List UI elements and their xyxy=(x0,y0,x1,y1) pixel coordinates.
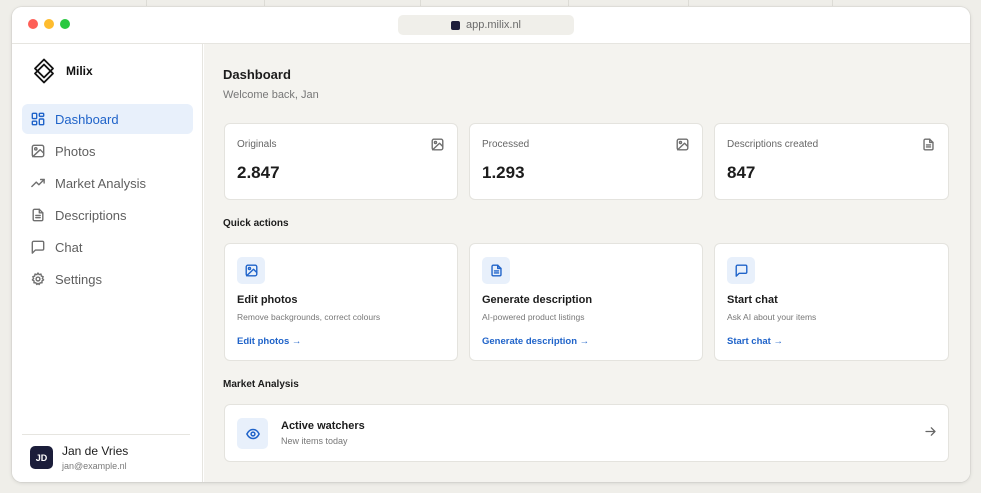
sidebar-item-label: Photos xyxy=(55,143,96,159)
arrow-right-icon[interactable] xyxy=(924,425,937,438)
main-content: Dashboard Welcome back, Jan Originals 2.… xyxy=(204,44,970,482)
favicon-icon xyxy=(450,20,460,30)
maximize-window-button[interactable] xyxy=(60,19,70,29)
stat-label: Originals xyxy=(237,139,277,150)
sidebar-item-label: Descriptions xyxy=(55,207,127,223)
address-bar[interactable]: app.milix.nl xyxy=(398,15,574,35)
sidebar-divider xyxy=(22,434,190,435)
chat-icon xyxy=(31,240,45,254)
sidebar-item-label: Market Analysis xyxy=(55,175,147,191)
stat-value: 847 xyxy=(727,163,756,182)
minimize-window-button[interactable] xyxy=(44,19,54,29)
stat-label: Descriptions created xyxy=(727,139,819,150)
active-watchers-card[interactable]: Active watchers New items today xyxy=(224,404,949,462)
section-title-quick-actions: Quick actions xyxy=(223,218,289,229)
image-icon xyxy=(431,138,444,151)
brand-name: Milix xyxy=(66,64,93,78)
action-card-edit-photos[interactable]: Edit photos Remove backgrounds, correct … xyxy=(224,243,458,361)
action-description: Remove backgrounds, correct colours xyxy=(237,312,381,322)
sidebar-item-descriptions[interactable]: Descriptions xyxy=(22,200,193,230)
sidebar-item-label: Dashboard xyxy=(55,111,119,127)
stat-value: 1.293 xyxy=(482,163,525,182)
stat-card-descriptions: Descriptions created 847 xyxy=(714,123,949,200)
user-email: jan@example.nl xyxy=(62,461,127,471)
sidebar-nav: Dashboard Photos Market Analysis Descrip… xyxy=(22,104,193,296)
action-card-generate-description[interactable]: Generate description AI-powered product … xyxy=(469,243,703,361)
active-watchers-title: Active watchers xyxy=(281,420,365,432)
document-icon xyxy=(32,208,44,222)
sidebar-item-settings[interactable]: Settings xyxy=(22,264,193,294)
action-description: AI-powered product listings xyxy=(482,312,585,322)
stat-value: 2.847 xyxy=(237,163,280,182)
action-card-start-chat[interactable]: Start chat Ask AI about your items Start… xyxy=(714,243,949,361)
sidebar-item-label: Chat xyxy=(55,239,83,255)
sidebar-item-label: Settings xyxy=(55,271,102,287)
address-bar-url: app.milix.nl xyxy=(465,19,522,31)
image-icon xyxy=(237,257,265,284)
action-description: Ask AI about your items xyxy=(727,312,817,322)
stat-card-originals: Originals 2.847 xyxy=(224,123,458,200)
stat-card-processed: Processed 1.293 xyxy=(469,123,703,200)
section-title-market-analysis: Market Analysis xyxy=(223,379,299,390)
sidebar-item-dashboard[interactable]: Dashboard xyxy=(22,104,193,134)
close-window-button[interactable] xyxy=(28,19,38,29)
window-titlebar: app.milix.nl xyxy=(12,7,970,44)
milix-logo-icon xyxy=(34,58,54,84)
eye-icon xyxy=(237,418,268,449)
page-title: Dashboard xyxy=(223,67,291,82)
document-icon xyxy=(482,257,510,284)
action-title: Generate description xyxy=(482,294,593,306)
brand[interactable]: Milix xyxy=(32,58,93,84)
sidebar-item-photos[interactable]: Photos xyxy=(22,136,193,166)
image-icon xyxy=(676,138,689,151)
welcome-text: Welcome back, Jan xyxy=(223,89,319,101)
sidebar: Milix Dashboard Photos Market Analysis D… xyxy=(12,44,203,482)
active-watchers-subtitle: New items today xyxy=(281,436,348,446)
dashboard-icon xyxy=(31,112,45,126)
sidebar-item-chat[interactable]: Chat xyxy=(22,232,193,262)
generate-description-link[interactable]: Generate description → xyxy=(482,336,589,347)
stat-label: Processed xyxy=(482,139,530,150)
avatar: JD xyxy=(30,446,53,469)
edit-photos-link[interactable]: Edit photos → xyxy=(237,336,301,347)
image-icon xyxy=(31,144,45,158)
action-title: Edit photos xyxy=(237,294,298,306)
start-chat-link[interactable]: Start chat → xyxy=(727,336,783,347)
sidebar-item-market-analysis[interactable]: Market Analysis xyxy=(22,168,193,198)
chat-icon xyxy=(727,257,755,284)
app-window: app.milix.nl Milix Dashboard Photos Mark… xyxy=(12,7,970,482)
user-name: Jan de Vries xyxy=(62,444,129,458)
user-profile[interactable]: JD Jan de Vries jan@example.nl xyxy=(30,444,128,471)
trend-icon xyxy=(31,178,45,188)
document-icon xyxy=(922,138,935,151)
gear-icon xyxy=(31,272,45,286)
action-title: Start chat xyxy=(727,294,778,306)
